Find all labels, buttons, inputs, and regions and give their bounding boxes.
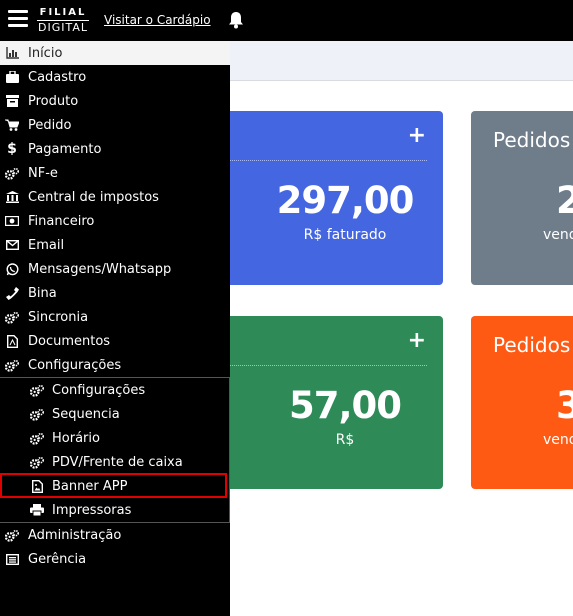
orders-value: 3 xyxy=(556,384,573,427)
sidebar-item-label: Produto xyxy=(28,93,79,109)
highlight-annotation xyxy=(0,473,227,498)
sidebar-item-pagamento[interactable]: $ Pagamento xyxy=(0,137,230,161)
sidebar-item-configuracoes[interactable]: Configurações xyxy=(0,353,230,377)
bank-icon xyxy=(5,190,19,204)
sales-value: 57,00 xyxy=(288,384,402,427)
sidebar-item-label: Administração xyxy=(28,527,122,543)
submenu-item-horario[interactable]: Horário xyxy=(0,426,230,450)
orders-label: vendi xyxy=(543,432,573,448)
sidebar-item-nfe[interactable]: NF-e xyxy=(0,161,230,185)
sidebar-item-gerencia[interactable]: Gerência xyxy=(0,547,230,571)
cogs-icon xyxy=(5,310,19,324)
submenu-item-label: Sequencia xyxy=(52,406,120,422)
logo-line1: FILIAL xyxy=(39,7,87,18)
pdf-icon xyxy=(5,334,19,348)
top-navbar: FILIAL DIGITAL Visitar o Cardápio xyxy=(0,0,573,41)
revenue-card: + 297,00 R$ faturado xyxy=(212,111,443,285)
orders-card-orange: Pedidos 3 vendi xyxy=(471,316,573,489)
phone-icon xyxy=(5,286,19,300)
plus-icon[interactable]: + xyxy=(408,330,426,352)
sidebar-item-sincronia[interactable]: Sincronia xyxy=(0,305,230,329)
sidebar-item-label: Gerência xyxy=(28,551,87,567)
envelope-icon xyxy=(5,238,19,252)
list-icon xyxy=(5,552,19,566)
bell-icon[interactable] xyxy=(228,11,244,29)
logo-line2: DIGITAL xyxy=(37,21,88,34)
cogs-icon xyxy=(5,528,19,542)
sidebar-item-financeiro[interactable]: Financeiro xyxy=(0,209,230,233)
sidebar-item-label: Email xyxy=(28,237,65,253)
submenu-item-label: Horário xyxy=(52,430,100,446)
whatsapp-icon xyxy=(5,262,19,276)
submenu-item-label: PDV/Frente de caixa xyxy=(52,454,183,470)
submenu-item-sequencia[interactable]: Sequencia xyxy=(0,402,230,426)
sidebar-item-label: Documentos xyxy=(28,333,111,349)
orders-card-gray: Pedidos 2 vendi xyxy=(471,111,573,285)
money-icon xyxy=(5,214,19,228)
plus-icon[interactable]: + xyxy=(408,125,426,147)
dollar-icon: $ xyxy=(7,141,17,157)
sidebar-item-label: Bina xyxy=(28,285,57,301)
sidebar-item-label: Configurações xyxy=(28,357,122,373)
sidebar-item-label: Sincronia xyxy=(28,309,89,325)
cogs-icon xyxy=(30,407,44,421)
printer-icon xyxy=(30,503,44,517)
bar-chart-icon xyxy=(5,46,19,60)
archive-icon xyxy=(5,94,19,108)
sidebar-item-pedido[interactable]: Pedido xyxy=(0,113,230,137)
submenu-item-impressoras[interactable]: Impressoras xyxy=(0,498,230,522)
sidebar-item-administracao[interactable]: Administração xyxy=(0,523,230,547)
orders-title: Pedidos xyxy=(493,128,571,152)
sidebar-item-email[interactable]: Email xyxy=(0,233,230,257)
sidebar-item-label: Início xyxy=(28,45,63,61)
sub-header-bar xyxy=(230,41,573,81)
sidebar-item-label: Cadastro xyxy=(28,69,87,85)
revenue-label: R$ faturado xyxy=(303,227,387,243)
sidebar-item-label: Pagamento xyxy=(28,141,102,157)
submenu-item-label: Impressoras xyxy=(52,502,132,518)
cogs-icon xyxy=(5,166,19,180)
cogs-icon xyxy=(30,431,44,445)
cogs-icon xyxy=(5,358,19,372)
sidebar-item-documentos[interactable]: Documentos xyxy=(0,329,230,353)
orders-title: Pedidos xyxy=(493,333,571,357)
sales-card-green: + 57,00 R$ xyxy=(212,316,443,489)
orders-label: vendi xyxy=(543,227,573,243)
sidebar-item-central-impostos[interactable]: Central de impostos xyxy=(0,185,230,209)
sidebar-item-inicio[interactable]: Início xyxy=(0,41,230,65)
submenu-item-label: Configurações xyxy=(52,382,146,398)
briefcase-icon xyxy=(5,70,19,84)
sidebar-item-cadastro[interactable]: Cadastro xyxy=(0,65,230,89)
sidebar-item-label: Central de impostos xyxy=(28,189,159,205)
cogs-icon xyxy=(30,383,44,397)
hamburger-menu-icon[interactable] xyxy=(8,10,28,30)
submenu-item-configuracoes[interactable]: Configurações xyxy=(0,378,230,402)
submenu-item-pdv[interactable]: PDV/Frente de caixa xyxy=(0,450,230,474)
sidebar-item-label: Pedido xyxy=(28,117,72,133)
cart-icon xyxy=(5,118,19,132)
orders-value: 2 xyxy=(556,179,573,222)
revenue-value: 297,00 xyxy=(276,179,415,222)
sidebar-item-label: Mensagens/Whatsapp xyxy=(28,261,172,277)
sales-label: R$ xyxy=(335,432,355,448)
cogs-icon xyxy=(30,455,44,469)
sidebar-item-bina[interactable]: Bina xyxy=(0,281,230,305)
sidebar-item-label: Financeiro xyxy=(28,213,95,229)
logo[interactable]: FILIAL DIGITAL xyxy=(37,7,89,34)
visit-menu-link[interactable]: Visitar o Cardápio xyxy=(104,13,211,27)
sidebar-item-label: NF-e xyxy=(28,165,58,181)
sidebar-item-produto[interactable]: Produto xyxy=(0,89,230,113)
sidebar-item-mensagens[interactable]: Mensagens/Whatsapp xyxy=(0,257,230,281)
